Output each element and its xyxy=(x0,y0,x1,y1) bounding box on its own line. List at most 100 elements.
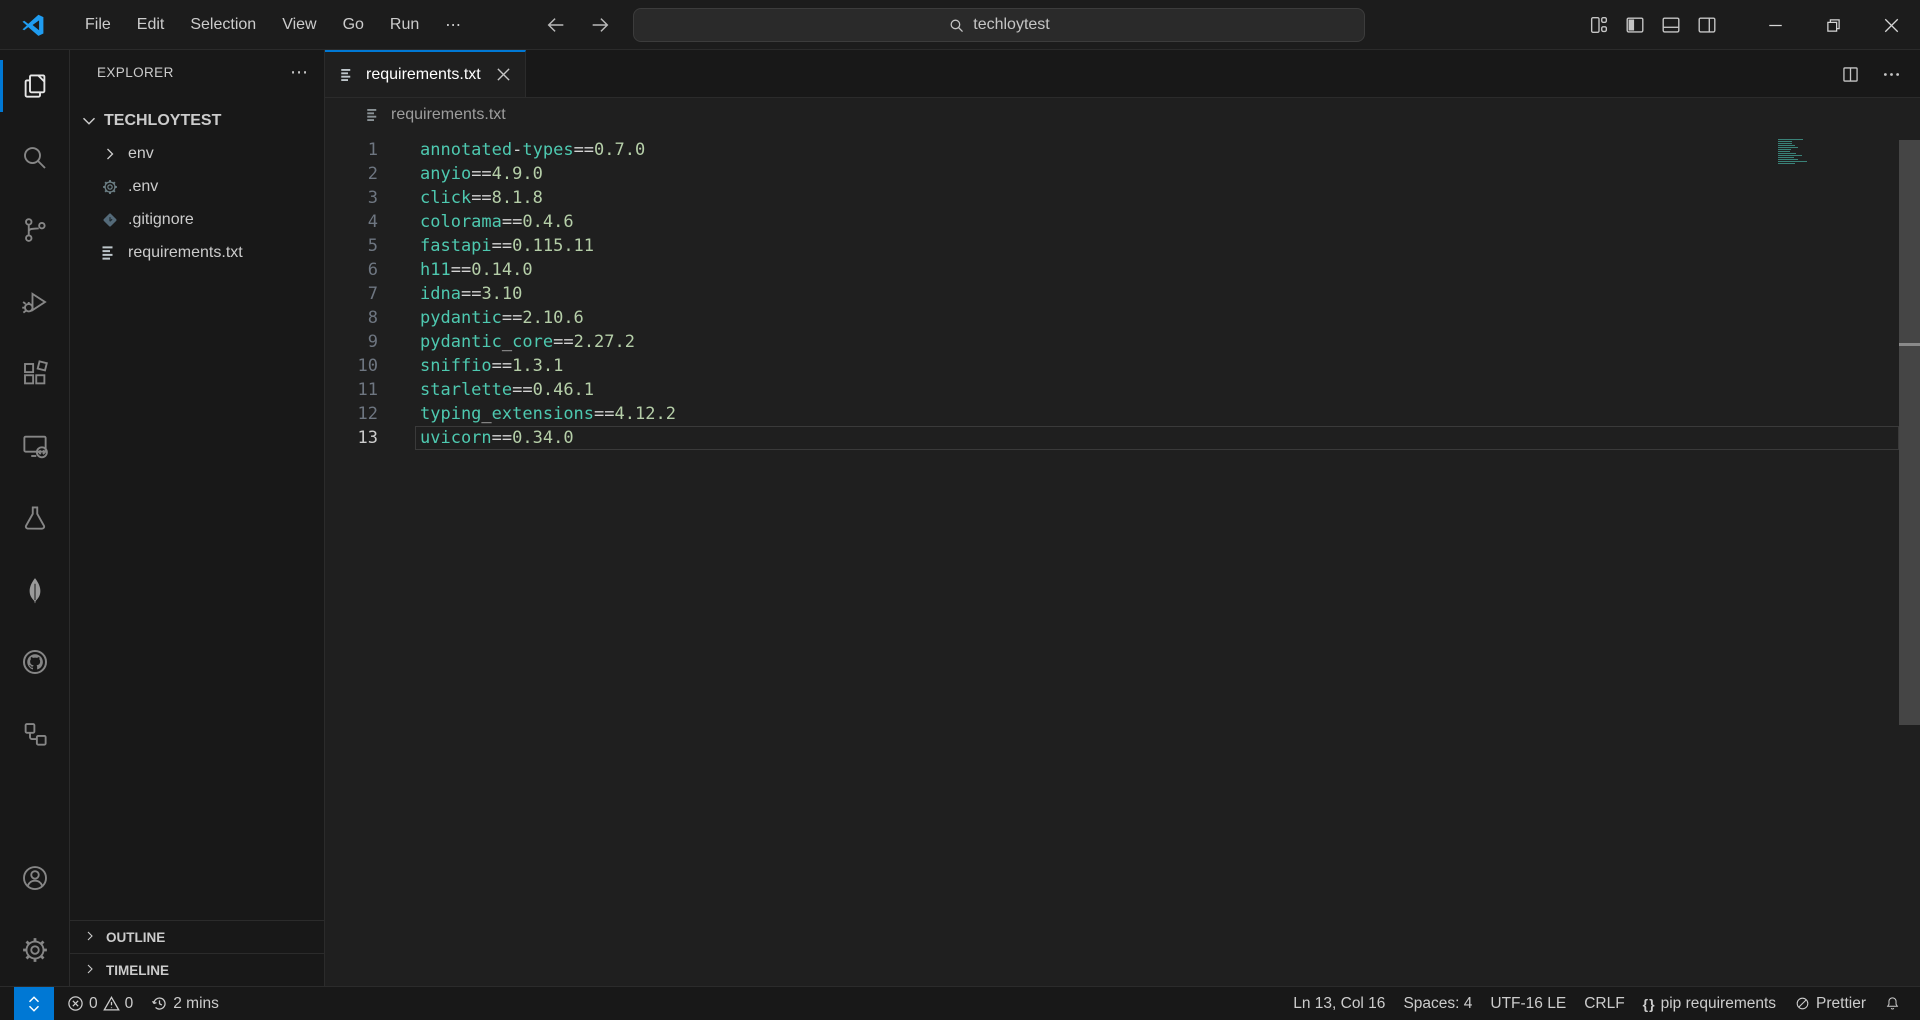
explorer-sidebar: EXPLORER ⋯ TECHLOYTESTenv.env.gitignorer… xyxy=(70,50,325,986)
activity-explorer-icon[interactable] xyxy=(0,50,70,122)
section-timeline[interactable]: TIMELINE xyxy=(70,953,324,986)
code-text: fastapi==0.115.11 xyxy=(378,234,594,258)
explorer-actions-button[interactable]: ⋯ xyxy=(290,62,310,83)
menu-view[interactable]: View xyxy=(269,10,329,40)
chevron-right-icon xyxy=(70,961,106,980)
braces-icon: {} xyxy=(1643,996,1656,1012)
toggle-secondary-sidebar-icon[interactable] xyxy=(1696,14,1718,36)
menu-run[interactable]: Run xyxy=(377,10,432,40)
remote-indicator[interactable] xyxy=(14,987,54,1020)
tree-item-env[interactable]: env xyxy=(70,137,324,170)
status-notifications[interactable] xyxy=(1875,995,1910,1012)
breadcrumb[interactable]: requirements.txt xyxy=(325,98,1920,132)
timer-indicator[interactable]: 2 mins xyxy=(142,995,228,1013)
line-number: 9 xyxy=(325,330,378,354)
status-encoding[interactable]: UTF-16 LE xyxy=(1481,995,1575,1013)
menu-selection[interactable]: Selection xyxy=(177,10,269,40)
tab-close-icon[interactable] xyxy=(496,67,511,82)
toggle-panel-icon[interactable] xyxy=(1660,14,1682,36)
line-number: 5 xyxy=(325,234,378,258)
status-language-mode[interactable]: {} pip requirements xyxy=(1634,995,1785,1013)
code-line-3[interactable]: 3click==8.1.8 xyxy=(325,186,1920,210)
back-arrow-icon[interactable] xyxy=(545,14,567,36)
code-text: pydantic_core==2.27.2 xyxy=(378,330,635,354)
breadcrumb-item: requirements.txt xyxy=(391,106,506,124)
forward-arrow-icon[interactable] xyxy=(589,14,611,36)
status-cursor-position[interactable]: Ln 13, Col 16 xyxy=(1284,995,1394,1013)
editor-more-actions-icon[interactable] xyxy=(1881,64,1902,85)
vscode-window: FileEditSelectionViewGoRun ⋯ techloytest xyxy=(0,0,1920,1020)
split-editor-icon[interactable] xyxy=(1840,64,1861,85)
line-number: 10 xyxy=(325,354,378,378)
code-line-9[interactable]: 9pydantic_core==2.27.2 xyxy=(325,330,1920,354)
customize-layout-icon[interactable] xyxy=(1588,14,1610,36)
code-line-8[interactable]: 8pydantic==2.10.6 xyxy=(325,306,1920,330)
title-bar: FileEditSelectionViewGoRun ⋯ techloytest xyxy=(0,0,1920,50)
activity-references-icon[interactable] xyxy=(0,698,70,770)
tree-root-techloytest[interactable]: TECHLOYTEST xyxy=(70,104,324,137)
status-label: Ln 13, Col 16 xyxy=(1293,995,1385,1013)
code-line-6[interactable]: 6h11==0.14.0 xyxy=(325,258,1920,282)
code-line-11[interactable]: 11starlette==0.46.1 xyxy=(325,378,1920,402)
sidebar-title: EXPLORER xyxy=(97,65,174,80)
tab-requirements-txt[interactable]: requirements.txt xyxy=(325,50,526,97)
activity-remote-explorer-icon[interactable] xyxy=(0,410,70,482)
editor-scrollbar[interactable] xyxy=(1899,140,1920,725)
minimize-button[interactable] xyxy=(1746,0,1804,50)
code-text: starlette==0.46.1 xyxy=(378,378,594,402)
code-line-10[interactable]: 10sniffio==1.3.1 xyxy=(325,354,1920,378)
activity-github-icon[interactable] xyxy=(0,626,70,698)
line-number: 1 xyxy=(325,138,378,162)
line-number: 4 xyxy=(325,210,378,234)
activity-mongodb-icon[interactable] xyxy=(0,554,70,626)
activity-accounts-icon[interactable] xyxy=(0,842,70,914)
gear-icon xyxy=(100,177,120,197)
error-icon xyxy=(67,995,84,1012)
tree-item-requirements-txt[interactable]: requirements.txt xyxy=(70,236,324,269)
tree-item-dot-env[interactable]: .env xyxy=(70,170,324,203)
code-line-12[interactable]: 12typing_extensions==4.12.2 xyxy=(325,402,1920,426)
text-file-icon xyxy=(339,66,357,84)
activity-testing-icon[interactable] xyxy=(0,482,70,554)
code-line-1[interactable]: 1annotated-types==0.7.0 xyxy=(325,138,1920,162)
menu-more-button[interactable]: ⋯ xyxy=(432,9,474,41)
menu-edit[interactable]: Edit xyxy=(124,10,178,40)
activity-search-icon[interactable] xyxy=(0,122,70,194)
code-line-2[interactable]: 2anyio==4.9.0 xyxy=(325,162,1920,186)
scrollbar-cursor-marker xyxy=(1899,343,1920,346)
section-outline[interactable]: OUTLINE xyxy=(70,920,324,953)
status-label: Spaces: 4 xyxy=(1403,995,1472,1013)
menu-file[interactable]: File xyxy=(72,10,124,40)
status-eol[interactable]: CRLF xyxy=(1575,995,1633,1013)
activity-run-and-debug-icon[interactable] xyxy=(0,266,70,338)
status-label: pip requirements xyxy=(1661,995,1776,1013)
close-button[interactable] xyxy=(1862,0,1920,50)
bell-icon xyxy=(1884,995,1901,1012)
timer-label: 2 mins xyxy=(173,995,219,1013)
toggle-primary-sidebar-icon[interactable] xyxy=(1624,14,1646,36)
git-diamond-icon xyxy=(100,210,120,230)
tree-item-dot-gitignore[interactable]: .gitignore xyxy=(70,203,324,236)
line-number: 13 xyxy=(325,426,378,450)
activity-extensions-icon[interactable] xyxy=(0,338,70,410)
command-center-search[interactable]: techloytest xyxy=(633,8,1365,42)
line-number: 12 xyxy=(325,402,378,426)
code-editor[interactable]: 1annotated-types==0.7.02anyio==4.9.03cli… xyxy=(325,132,1920,986)
code-line-4[interactable]: 4colorama==0.4.6 xyxy=(325,210,1920,234)
warning-count: 0 xyxy=(125,995,134,1013)
code-line-7[interactable]: 7idna==3.10 xyxy=(325,282,1920,306)
activity-bar xyxy=(0,50,70,986)
code-text: h11==0.14.0 xyxy=(378,258,533,282)
status-indentation[interactable]: Spaces: 4 xyxy=(1394,995,1481,1013)
code-line-13[interactable]: 13uvicorn==0.34.0 xyxy=(325,426,1920,450)
activity-source-control-icon[interactable] xyxy=(0,194,70,266)
code-text: annotated-types==0.7.0 xyxy=(378,138,645,162)
activity-settings-icon[interactable] xyxy=(0,914,70,986)
menu-go[interactable]: Go xyxy=(330,10,377,40)
code-text: typing_extensions==4.12.2 xyxy=(378,402,676,426)
status-formatter[interactable]: Prettier xyxy=(1785,995,1875,1013)
minimap[interactable] xyxy=(1778,139,1808,165)
code-line-5[interactable]: 5fastapi==0.115.11 xyxy=(325,234,1920,258)
problems-indicator[interactable]: 0 0 xyxy=(58,995,142,1013)
restore-button[interactable] xyxy=(1804,0,1862,50)
